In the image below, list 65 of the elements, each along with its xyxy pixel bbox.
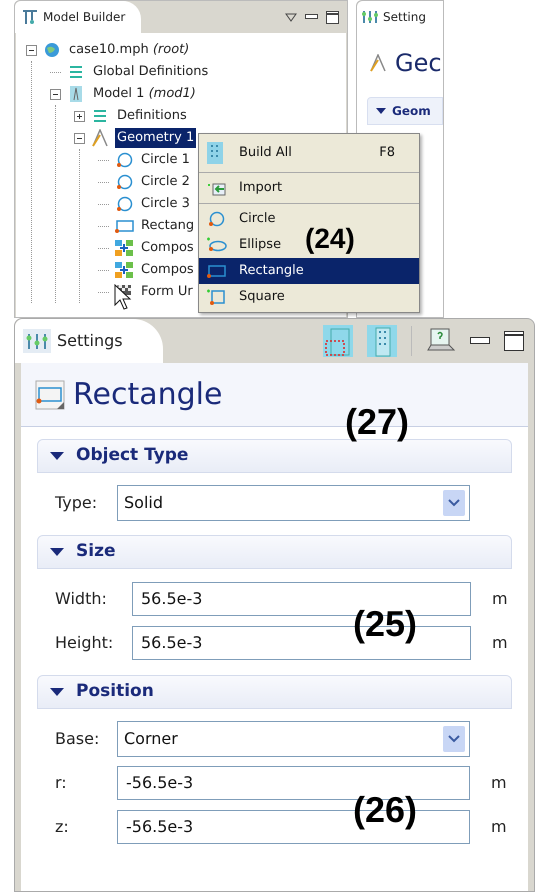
- rectangle-icon: [35, 380, 65, 410]
- menu-item[interactable]: Build All F8: [199, 136, 419, 170]
- chevron-icon: [443, 726, 465, 752]
- square-icon: [205, 288, 227, 306]
- tree-item[interactable]: Compos: [139, 260, 196, 280]
- tree-item[interactable]: Rectang: [139, 216, 196, 236]
- collapse-icon[interactable]: [26, 44, 37, 56]
- tree-item[interactable]: Definitions: [115, 106, 189, 126]
- sliders-icon: [23, 329, 51, 353]
- field-label: z:: [55, 816, 70, 838]
- tree-item[interactable]: Form Ur: [139, 282, 195, 302]
- building-icon[interactable]: [323, 325, 353, 357]
- minimize-icon[interactable]: [305, 14, 318, 20]
- maximize-icon[interactable]: [504, 331, 524, 351]
- menu-item[interactable]: Circle: [199, 206, 284, 232]
- menu-item[interactable]: Import: [199, 175, 290, 201]
- expand-icon[interactable]: [74, 110, 85, 122]
- sliders-icon: [361, 9, 379, 25]
- model-builder-tab[interactable]: Model Builder: [15, 1, 142, 33]
- building-icon: [205, 141, 225, 165]
- field-label: Type:: [55, 492, 98, 514]
- unit-label: m: [492, 588, 508, 610]
- settings-tab[interactable]: Settings: [15, 319, 163, 363]
- section-header[interactable]: Position: [37, 675, 512, 709]
- menu-item[interactable]: Ellipse: [199, 232, 290, 258]
- field-label: r:: [55, 772, 68, 794]
- collapse-triangle-icon: [376, 108, 386, 114]
- tree-icon: [21, 8, 39, 26]
- maximize-icon[interactable]: [326, 10, 339, 24]
- tree-item[interactable]: Circle 3: [139, 194, 192, 214]
- building-icon[interactable]: [367, 325, 397, 357]
- tree-item[interactable]: Compos: [139, 238, 196, 258]
- collapse-triangle-icon: [50, 451, 64, 461]
- tree-item[interactable]: Model 1 (mod1): [91, 84, 198, 104]
- tree-item[interactable]: Circle 1: [139, 150, 192, 170]
- settings-heading: Gec: [395, 48, 442, 79]
- tree-item[interactable]: Global Definitions: [91, 62, 210, 82]
- dropdown-triangle-icon[interactable]: [285, 12, 297, 22]
- field-label: Height:: [55, 632, 114, 654]
- dropdown[interactable]: Corner: [117, 721, 470, 757]
- ellipse-icon: [205, 236, 227, 254]
- tree-item[interactable]: case10.mph (root): [67, 40, 192, 60]
- section-header[interactable]: Size: [37, 535, 512, 569]
- chevron-icon: [443, 490, 465, 516]
- blocks-icon: [113, 239, 135, 257]
- collapse-icon[interactable]: [50, 88, 61, 100]
- tree-item[interactable]: Circle 2: [139, 172, 192, 192]
- field-label: Width:: [55, 588, 108, 610]
- dropdown[interactable]: Solid: [117, 485, 470, 521]
- menu-item[interactable]: Rectangle: [199, 258, 419, 284]
- settings-tab[interactable]: Setting: [357, 1, 443, 33]
- collapse-triangle-icon: [50, 547, 64, 557]
- collapse-icon[interactable]: [74, 132, 85, 144]
- collapse-triangle-icon: [50, 687, 64, 697]
- unit-label: m: [491, 772, 507, 794]
- callout-number: (24): [305, 222, 355, 256]
- cursor-icon: [114, 284, 132, 310]
- blocks-icon: [113, 261, 135, 279]
- unit-label: m: [492, 632, 508, 654]
- tree-item[interactable]: Geometry 1: [115, 128, 196, 148]
- unit-label: m: [491, 816, 507, 838]
- section-header[interactable]: Geom: [367, 97, 443, 125]
- menu-item[interactable]: Square: [199, 284, 293, 310]
- field-label: Base:: [55, 728, 100, 750]
- minimize-icon[interactable]: [470, 337, 490, 345]
